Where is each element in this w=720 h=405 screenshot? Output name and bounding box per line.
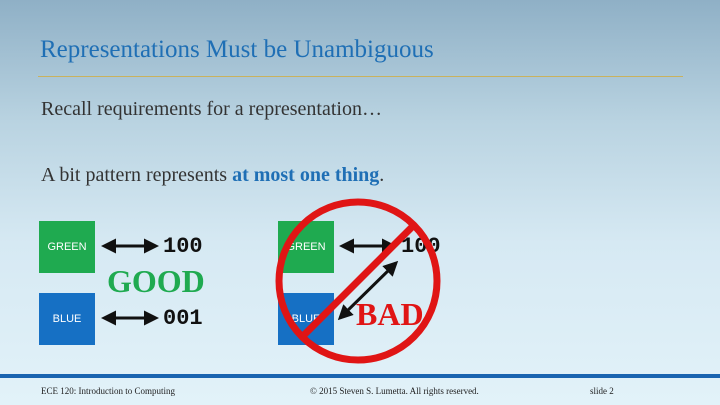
footer-slide-number: slide 2: [590, 386, 614, 396]
diagram-overlay: [101, 198, 441, 364]
footer-copyright: © 2015 Steven S. Lumetta. All rights res…: [310, 386, 479, 396]
footer-bar: [0, 374, 720, 378]
footer-course: ECE 120: Introduction to Computing: [41, 386, 175, 396]
prohibition-slash: [299, 222, 417, 340]
